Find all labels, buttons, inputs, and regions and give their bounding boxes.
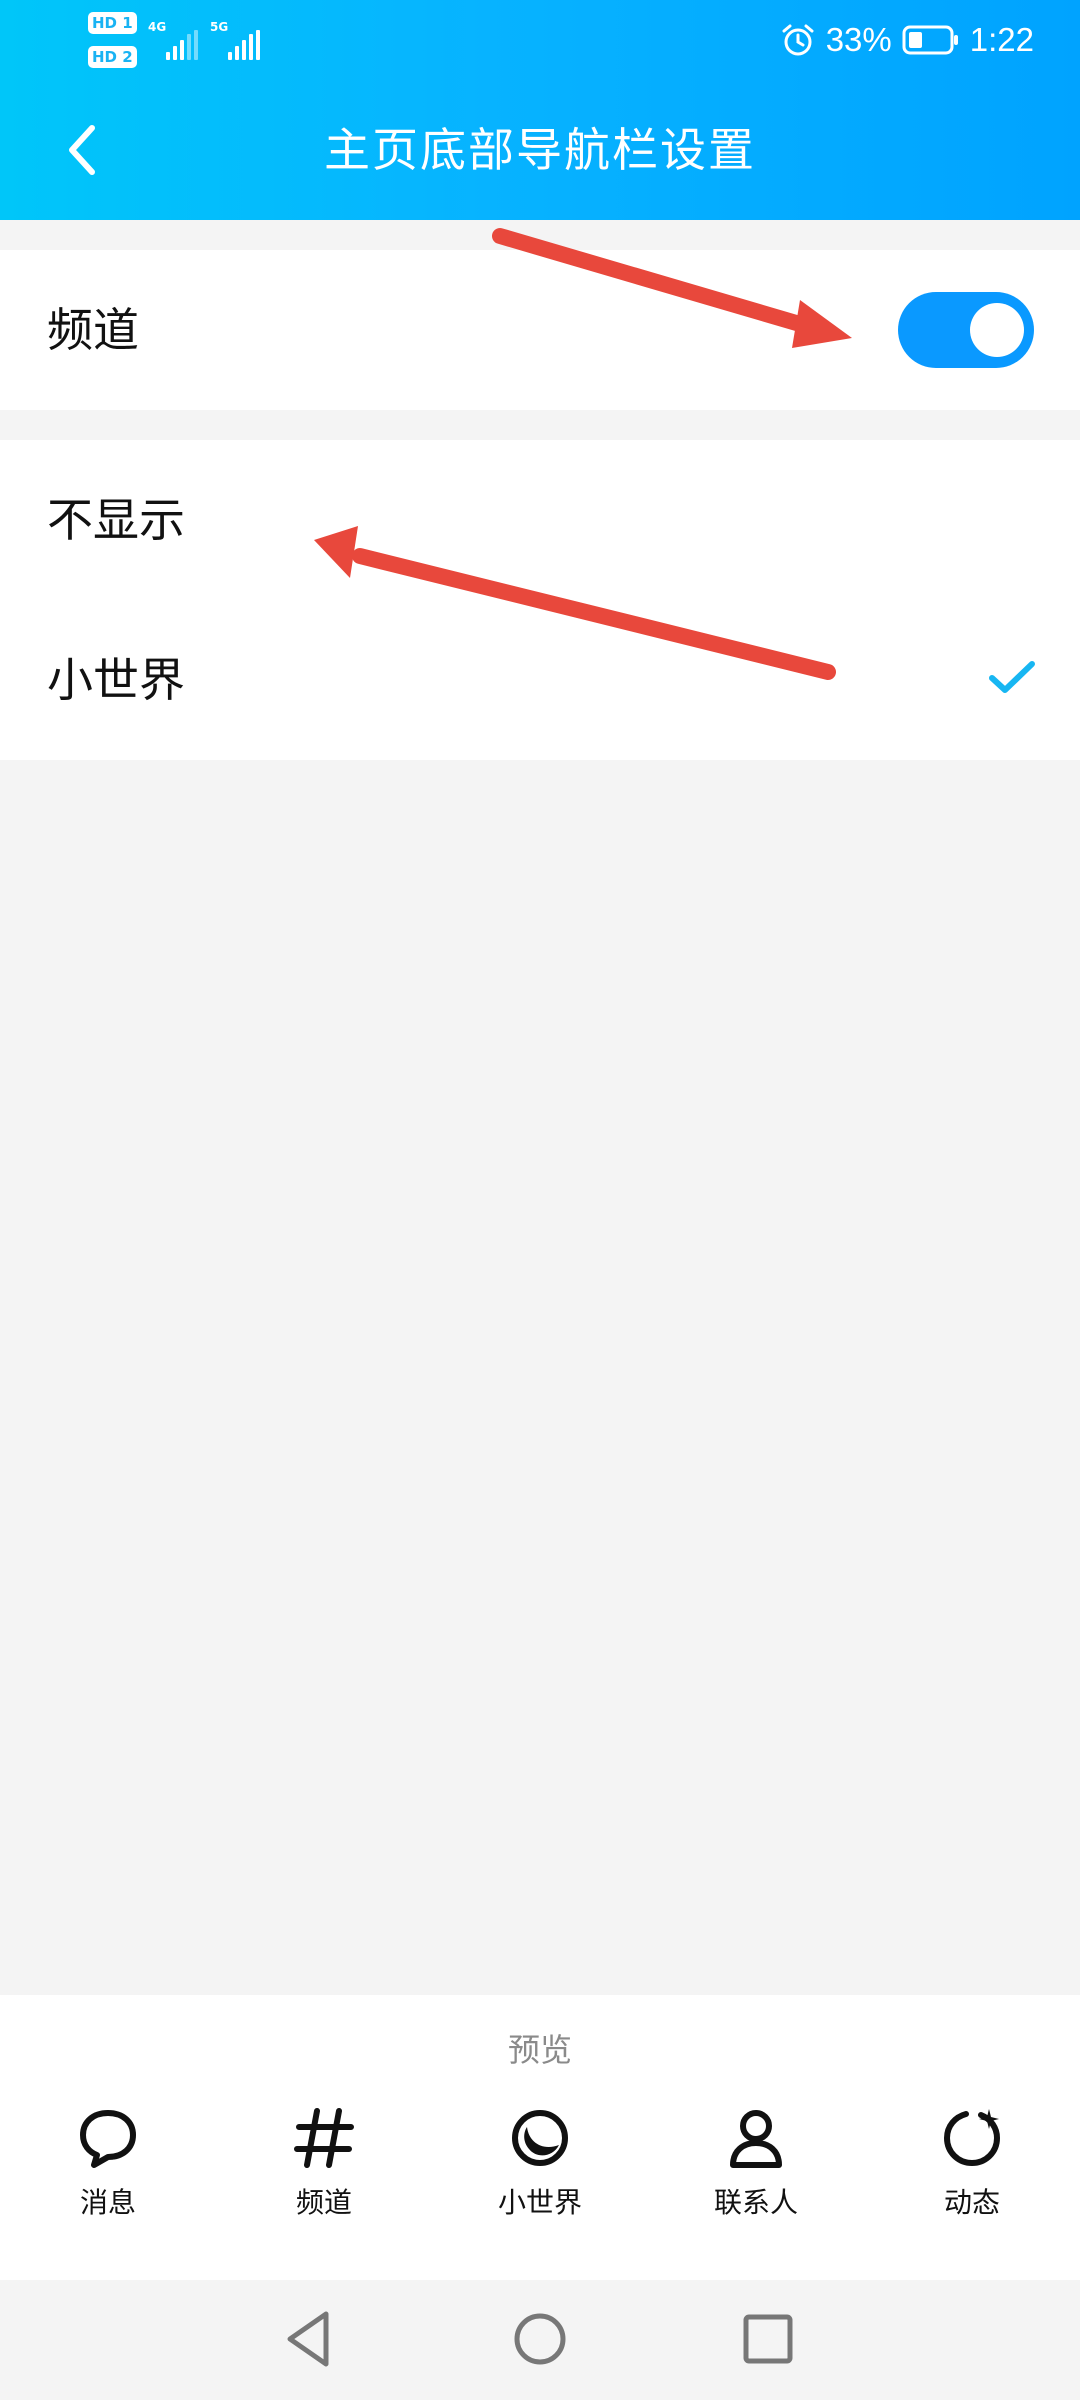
chat-bubble-icon xyxy=(80,2110,136,2168)
title-bar: 主页底部导航栏设置 xyxy=(0,100,1080,200)
battery-icon xyxy=(902,25,958,55)
option-hide-label: 不显示 xyxy=(47,493,185,547)
option-list: 不显示 小世界 xyxy=(0,440,1080,760)
option-small-world-label: 小世界 xyxy=(47,653,185,707)
checkmark-icon xyxy=(989,661,1035,693)
channel-toggle[interactable] xyxy=(898,292,1034,368)
preview-label: 预览 xyxy=(507,2031,572,2069)
sim1-hd-badge: HD 1 xyxy=(88,12,137,34)
hash-icon xyxy=(294,2108,354,2168)
nav-home-icon[interactable] xyxy=(505,2304,575,2374)
network-type-1: 4G xyxy=(148,20,167,34)
nav-back-icon[interactable] xyxy=(276,2304,346,2374)
back-button[interactable] xyxy=(50,118,114,182)
tab-moments[interactable]: 动态 xyxy=(872,2105,1072,2255)
option-hide[interactable]: 不显示 xyxy=(0,440,1080,600)
tab-messages-label: 消息 xyxy=(79,2186,136,2219)
tab-messages[interactable]: 消息 xyxy=(8,2105,208,2255)
person-icon xyxy=(730,2110,782,2168)
screen: HD 1 HD 2 4G 5G 33% 1:22 主页底部导航栏设置 频道 不显… xyxy=(0,0,1080,2400)
refresh-star-icon xyxy=(943,2109,1001,2167)
nav-recents-icon[interactable] xyxy=(733,2304,803,2374)
battery-percent: 33% xyxy=(825,21,892,58)
tab-small-world-label: 小世界 xyxy=(497,2186,582,2219)
sim-signal-group: HD 1 HD 2 4G 5G xyxy=(88,10,268,70)
preview-tab-bar: 消息 频道 小世界 联系人 动态 xyxy=(0,2105,1080,2255)
tab-moments-label: 动态 xyxy=(943,2186,1000,2219)
sim2-hd-badge: HD 2 xyxy=(88,46,137,68)
page-title: 主页底部导航栏设置 xyxy=(324,123,756,177)
tab-small-world[interactable]: 小世界 xyxy=(440,2105,640,2255)
toggle-knob xyxy=(970,303,1024,357)
clock-time: 1:22 xyxy=(969,21,1034,58)
signal-bars-1-icon xyxy=(166,30,198,60)
network-type-2: 5G xyxy=(210,20,229,34)
status-bar: HD 1 HD 2 4G 5G 33% 1:22 xyxy=(0,0,1080,80)
preview-panel: 预览 消息 频道 小世界 联系人 动态 xyxy=(0,1995,1080,2280)
status-right-group: 33% 1:22 xyxy=(780,18,1034,62)
header: HD 1 HD 2 4G 5G 33% 1:22 主页底部导航栏设置 xyxy=(0,0,1080,220)
crescent-icon xyxy=(512,2110,568,2166)
tab-contacts[interactable]: 联系人 xyxy=(656,2105,856,2255)
signal-bars-2-icon xyxy=(228,30,260,60)
channel-setting-row: 频道 xyxy=(0,250,1080,410)
option-small-world[interactable]: 小世界 xyxy=(0,600,1080,760)
tab-channel[interactable]: 频道 xyxy=(224,2105,424,2255)
tab-channel-label: 频道 xyxy=(295,2186,352,2219)
system-nav-bar xyxy=(0,2280,1080,2400)
channel-label: 频道 xyxy=(47,303,139,357)
tab-contacts-label: 联系人 xyxy=(713,2186,798,2219)
chevron-left-icon xyxy=(69,125,95,175)
alarm-clock-icon xyxy=(782,24,814,56)
